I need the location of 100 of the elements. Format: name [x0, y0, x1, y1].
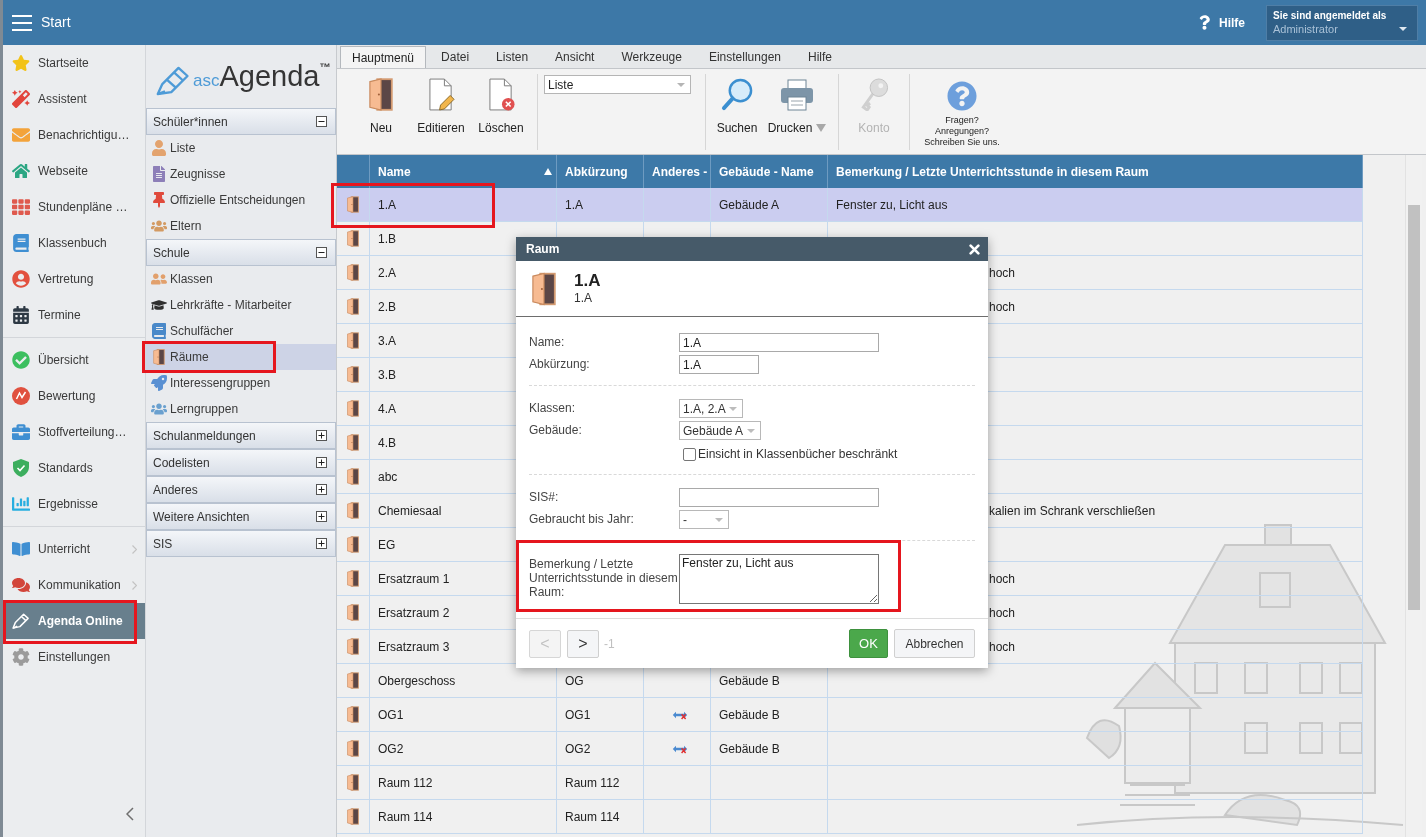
nav-item[interactable]: Lerngruppen: [146, 396, 336, 422]
menu-item[interactable]: Assistent: [3, 81, 145, 117]
field-label: SIS#:: [529, 489, 560, 506]
text-field[interactable]: 1.A: [679, 355, 759, 374]
toolbar-button[interactable]: Suchen: [712, 74, 762, 146]
nav-item[interactable]: Liste: [146, 135, 336, 161]
feedback-button[interactable]: Fragen? Anregungen? Schreiben Sie uns.: [916, 74, 1008, 148]
menu-item[interactable]: Klassenbuch: [3, 225, 145, 261]
briefcase-icon: [12, 423, 30, 441]
room-abbreviation: OG1: [565, 706, 591, 724]
section-header[interactable]: Schüler*innen: [146, 108, 336, 135]
ribbon-tab[interactable]: Ansicht: [543, 46, 607, 68]
ribbon-tab[interactable]: Listen: [484, 46, 541, 68]
collapse-button[interactable]: [125, 806, 135, 822]
text-field[interactable]: 1.A: [679, 333, 879, 352]
toolbar-button[interactable]: Neu: [351, 74, 411, 146]
start-menu-button[interactable]: Start: [12, 7, 71, 38]
menu-item[interactable]: Termine: [3, 297, 145, 333]
field-label: Name:: [529, 334, 566, 351]
circle-zigzag-icon: [12, 387, 30, 405]
room-name: 2.A: [378, 264, 396, 282]
remark-text: hoch: [989, 638, 1016, 656]
ribbon-tab[interactable]: Einstellungen: [696, 46, 793, 68]
nav-item[interactable]: Schulfächer: [146, 318, 336, 344]
people-icon: [151, 218, 167, 234]
selected-row[interactable]: 1.A 1.A Gebäude A Fenster zu, Licht aus: [337, 188, 1363, 222]
room-name: Ersatzraum 2: [378, 604, 450, 622]
remark-text: hoch: [989, 570, 1016, 588]
menu-item[interactable]: Stundenpläne …: [3, 189, 145, 225]
ribbon-tab[interactable]: Werkzeuge: [609, 46, 694, 68]
menu-item[interactable]: Ergebnisse: [3, 486, 145, 522]
section-header[interactable]: SIS: [146, 530, 336, 557]
room-abbreviation: Raum 112: [565, 774, 620, 792]
view-dropdown[interactable]: Liste: [544, 75, 691, 94]
section-header[interactable]: Anderes: [146, 476, 336, 503]
menu-item[interactable]: Benachrichtigu…: [3, 117, 145, 153]
field-label: Gebraucht bis Jahr:: [529, 511, 635, 528]
menu-item[interactable]: Startseite: [3, 45, 145, 81]
door-icon: [347, 740, 359, 757]
book-icon: [151, 323, 167, 339]
bar-chart-icon: [12, 495, 30, 513]
star-icon: [12, 54, 30, 72]
ribbon-tab[interactable]: Hauptmenü: [340, 46, 427, 68]
help-button[interactable]: Hilfe: [1199, 13, 1245, 32]
checkbox[interactable]: [683, 447, 696, 461]
ribbon-tab[interactable]: Hilfe: [796, 46, 844, 68]
section-header[interactable]: Codelisten: [146, 449, 336, 476]
magic-wand-icon: [12, 90, 30, 108]
search-icon: [720, 78, 754, 111]
dropdown[interactable]: -: [679, 510, 729, 529]
menu-item[interactable]: Bewertung: [3, 378, 145, 414]
door-icon: [347, 536, 359, 553]
chat-bubbles-icon: [12, 576, 30, 594]
caret-down-icon: [677, 82, 685, 87]
menu-item[interactable]: Unterricht: [3, 531, 145, 567]
house-icon: [12, 162, 30, 180]
section-header[interactable]: Schule: [146, 239, 336, 266]
door-icon: [347, 298, 359, 315]
section-header[interactable]: Weitere Ansichten: [146, 503, 336, 530]
nav-item[interactable]: Interessengruppen: [146, 370, 336, 396]
menu-item[interactable]: Standards: [3, 450, 145, 486]
door-icon: [347, 808, 359, 825]
door-icon: [151, 349, 167, 365]
next-button[interactable]: >: [567, 629, 599, 658]
pen-icon: [12, 612, 30, 630]
remark-textarea[interactable]: Fenster zu, Licht aus: [679, 554, 879, 604]
nav-item[interactable]: Zeugnisse: [146, 161, 336, 187]
nav-item[interactable]: Klassen: [146, 266, 336, 292]
account-dropdown[interactable]: Sie sind angemeldet als Administrator: [1266, 4, 1418, 41]
scrollbar-thumb[interactable]: [1408, 205, 1420, 610]
menu-item[interactable]: Webseite: [3, 153, 145, 189]
toolbar-button[interactable]: Editieren: [411, 74, 471, 146]
field-label: Klassen:: [529, 400, 577, 417]
toolbar-button[interactable]: Drucken: [762, 74, 832, 146]
nav-item[interactable]: Räume: [146, 344, 336, 370]
settings-icon: [12, 648, 30, 666]
dropdown[interactable]: 1.A, 2.A: [679, 399, 743, 418]
record-counter: -1: [604, 635, 615, 653]
door-icon: [347, 332, 359, 349]
ribbon-tab[interactable]: Datei: [429, 46, 482, 68]
section-header[interactable]: Schulanmeldungen: [146, 422, 336, 449]
dropdown[interactable]: Gebäude A: [679, 421, 761, 440]
people-icon: [151, 401, 167, 417]
menu-item[interactable]: Stoffverteilung…: [3, 414, 145, 450]
remark-text: hoch: [989, 604, 1016, 622]
nav-item[interactable]: Eltern: [146, 213, 336, 239]
menu-item[interactable]: Vertretung: [3, 261, 145, 297]
text-field[interactable]: [679, 488, 879, 507]
caret-down-icon: [1399, 26, 1407, 31]
cancel-button[interactable]: Abbrechen: [894, 629, 975, 658]
menu-item[interactable]: Kommunikation: [3, 567, 145, 603]
nav-item[interactable]: Offizielle Entscheidungen: [146, 187, 336, 213]
remark-text: hoch: [989, 298, 1016, 316]
nav-item[interactable]: Lehrkräfte - Mitarbeiter: [146, 292, 336, 318]
menu-item[interactable]: Agenda Online: [3, 603, 145, 639]
graduation-cap-icon: [151, 297, 167, 313]
menu-item[interactable]: Einstellungen: [3, 639, 145, 675]
toolbar-button[interactable]: Löschen: [471, 74, 531, 146]
menu-item[interactable]: Übersicht: [3, 342, 145, 378]
close-button[interactable]: [969, 243, 980, 255]
